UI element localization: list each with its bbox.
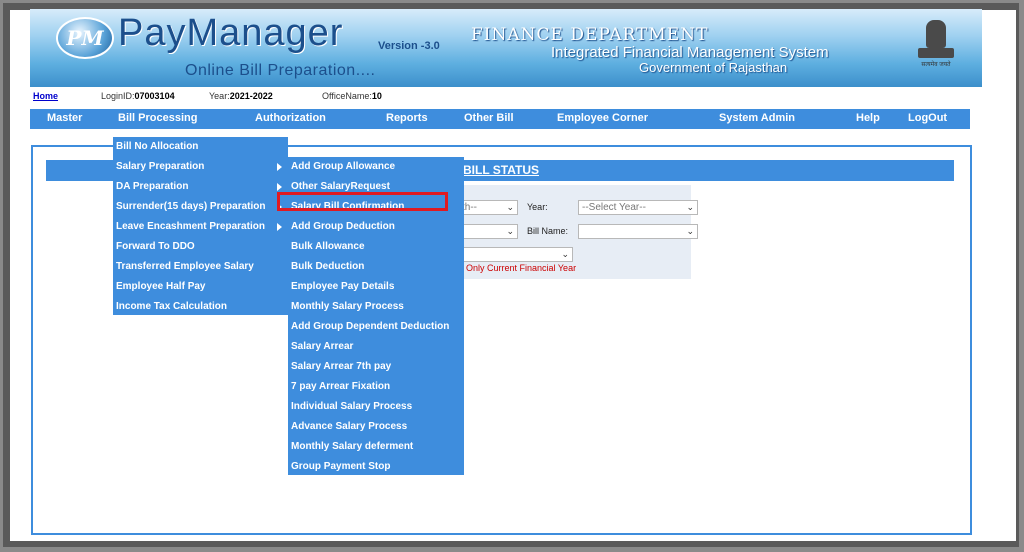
menu-help[interactable]: Help bbox=[856, 112, 880, 124]
menu-authorization[interactable]: Authorization bbox=[255, 112, 326, 124]
menu-item-surrender-preparation[interactable]: Surrender(15 days) Preparation bbox=[116, 201, 266, 212]
menu-item-leave-encashment[interactable]: Leave Encashment Preparation bbox=[116, 221, 265, 232]
submenu-item-group-payment-stop[interactable]: Group Payment Stop bbox=[291, 461, 390, 472]
menu-bill-processing[interactable]: Bill Processing bbox=[118, 112, 197, 124]
chevron-down-icon: ⌄ bbox=[686, 202, 694, 212]
office-name: OfficeName:10 bbox=[322, 91, 382, 101]
bill-name-select[interactable]: ⌄ bbox=[578, 224, 698, 239]
submenu-item-add-group-allowance[interactable]: Add Group Allowance bbox=[291, 161, 395, 172]
bill-name-label: Bill Name: bbox=[527, 226, 569, 236]
emblem-motto: सत्यमेव जयते bbox=[921, 62, 951, 68]
submenu-item-monthly-salary-process[interactable]: Monthly Salary Process bbox=[291, 301, 404, 312]
submenu-item-individual-salary-process[interactable]: Individual Salary Process bbox=[291, 401, 412, 412]
menu-employee-corner[interactable]: Employee Corner bbox=[557, 112, 648, 124]
bill-type-select[interactable]: ⌄ bbox=[458, 224, 518, 239]
menu-system-admin[interactable]: System Admin bbox=[719, 112, 795, 124]
version-label: Version -3.0 bbox=[378, 40, 440, 52]
home-link[interactable]: Home bbox=[33, 91, 58, 101]
menu-item-transferred-salary[interactable]: Transferred Employee Salary bbox=[116, 261, 254, 272]
submenu-item-salary-arrear[interactable]: Salary Arrear bbox=[291, 341, 353, 352]
menu-other-bill[interactable]: Other Bill bbox=[464, 112, 514, 124]
government-name: Government of Rajasthan bbox=[639, 60, 788, 75]
year-info: Year:2021-2022 bbox=[209, 91, 273, 101]
month-select[interactable]: th-- ⌄ bbox=[458, 200, 518, 215]
menu-item-forward-to-ddo[interactable]: Forward To DDO bbox=[116, 241, 195, 252]
menu-logout[interactable]: LogOut bbox=[908, 112, 947, 124]
menu-item-half-pay[interactable]: Employee Half Pay bbox=[116, 281, 205, 292]
submenu-item-group-dependent-deduction[interactable]: Add Group Dependent Deduction bbox=[291, 321, 449, 332]
submenu-item-add-group-deduction[interactable]: Add Group Deduction bbox=[291, 221, 395, 232]
menu-item-da-preparation[interactable]: DA Preparation bbox=[116, 181, 188, 192]
header-banner: PM PayManager Version -3.0 Online Bill P… bbox=[30, 9, 982, 87]
state-emblem-icon: सत्यमेव जयते bbox=[914, 18, 958, 70]
financial-year-note: how Only Current Financial Year bbox=[447, 263, 577, 273]
submenu-item-employee-pay-details[interactable]: Employee Pay Details bbox=[291, 281, 394, 292]
menu-item-salary-preparation[interactable]: Salary Preparation bbox=[116, 161, 204, 172]
chevron-down-icon: ⌄ bbox=[506, 226, 514, 236]
highlight-box bbox=[277, 192, 448, 211]
submenu-item-bulk-allowance[interactable]: Bulk Allowance bbox=[291, 241, 365, 252]
menu-item-bill-no-allocation[interactable]: Bill No Allocation bbox=[116, 141, 198, 152]
main-menu-bar: Master Bill Processing Authorization Rep… bbox=[30, 109, 970, 129]
submenu-item-bulk-deduction[interactable]: Bulk Deduction bbox=[291, 261, 364, 272]
chevron-down-icon: ⌄ bbox=[506, 202, 514, 212]
paymanager-logo-icon: PM bbox=[56, 17, 114, 59]
bill-select[interactable]: ⌄ bbox=[458, 247, 573, 262]
submenu-item-other-salary-request[interactable]: Other SalaryRequest bbox=[291, 181, 390, 192]
login-id: LoginID:07003104 bbox=[101, 91, 175, 101]
submenu-arrow-icon bbox=[277, 223, 282, 231]
chevron-down-icon: ⌄ bbox=[561, 249, 569, 259]
bill-processing-dropdown: Bill No Allocation Salary Preparation DA… bbox=[113, 137, 288, 315]
chevron-down-icon: ⌄ bbox=[686, 226, 694, 236]
menu-reports[interactable]: Reports bbox=[386, 112, 428, 124]
brand-subtitle: Online Bill Preparation.... bbox=[185, 62, 376, 79]
menu-master[interactable]: Master bbox=[47, 112, 82, 124]
submenu-arrow-icon bbox=[277, 163, 282, 171]
info-bar: Home LoginID:07003104 Year:2021-2022 Off… bbox=[32, 89, 972, 105]
bill-status-title: BILL STATUS bbox=[463, 163, 539, 177]
menu-item-income-tax[interactable]: Income Tax Calculation bbox=[116, 301, 227, 312]
submenu-item-monthly-salary-deferment[interactable]: Monthly Salary deferment bbox=[291, 441, 413, 452]
system-name: Integrated Financial Management System bbox=[551, 44, 829, 61]
brand-title: PayManager bbox=[118, 12, 344, 54]
department-title: FINANCE DEPARTMENT bbox=[471, 25, 709, 45]
submenu-item-advance-salary-process[interactable]: Advance Salary Process bbox=[291, 421, 407, 432]
submenu-item-salary-arrear-7th-pay[interactable]: Salary Arrear 7th pay bbox=[291, 361, 391, 372]
year-select[interactable]: --Select Year-- ⌄ bbox=[578, 200, 698, 215]
submenu-item-7-pay-arrear-fixation[interactable]: 7 pay Arrear Fixation bbox=[291, 381, 390, 392]
year-label: Year: bbox=[527, 202, 548, 212]
submenu-arrow-icon bbox=[277, 183, 282, 191]
